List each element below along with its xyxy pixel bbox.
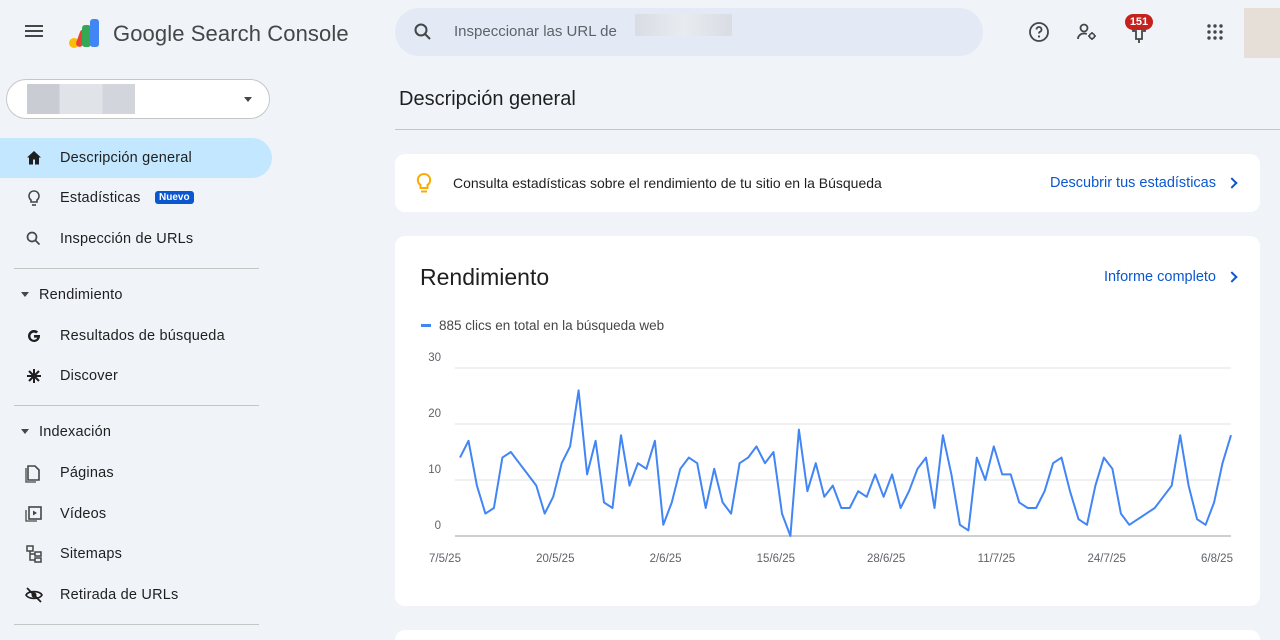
home-icon	[27, 151, 41, 165]
sidebar-item-label: Descripción general	[60, 150, 192, 166]
performance-card: Rendimiento Informe completo 885 clics e…	[395, 236, 1260, 606]
brand-title[interactable]: Google Search Console	[113, 21, 349, 47]
google-g-icon	[28, 329, 40, 342]
insights-banner-text: Consulta estadísticas sobre el rendimien…	[453, 175, 882, 191]
search-icon	[414, 23, 431, 40]
sidebar-item-label: Retirada de URLs	[60, 587, 179, 603]
search-console-logo[interactable]	[68, 17, 102, 49]
sidebar-item-pages[interactable]: Páginas	[0, 453, 272, 493]
menu-icon[interactable]	[22, 22, 46, 46]
chevron-right-icon[interactable]	[1226, 177, 1238, 189]
x-tick-label: 7/5/25	[429, 553, 461, 565]
x-tick-label: 6/8/25	[1201, 553, 1233, 565]
sidebar-item-insights[interactable]: Estadísticas Nuevo	[0, 178, 272, 218]
clicks-line-chart[interactable]: 0 10 20 30 7/5/25 20/5/25 2/6/25 15/6/25 28/6/25…	[395, 236, 1260, 606]
x-tick-label: 15/6/25	[757, 553, 795, 565]
discover-insights-link[interactable]: Descubrir tus estadísticas	[1050, 175, 1216, 191]
section-label: Rendimiento	[39, 287, 123, 303]
sidebar-item-label: Páginas	[60, 465, 114, 481]
sidebar-item-label: Discover	[60, 368, 118, 384]
y-tick-label: 10	[428, 464, 441, 476]
y-tick-label: 30	[428, 352, 441, 364]
x-tick-label: 2/6/25	[650, 553, 682, 565]
search-placeholder: Inspeccionar las URL de	[454, 23, 617, 40]
sidebar-divider	[14, 268, 259, 269]
sidebar-item-label: Estadísticas	[60, 190, 141, 206]
video-icon	[25, 506, 42, 522]
title-divider	[395, 129, 1280, 130]
sidebar-item-search-results[interactable]: Resultados de búsqueda	[0, 316, 272, 356]
x-tick-label: 28/6/25	[867, 553, 905, 565]
sidebar-item-label: Resultados de búsqueda	[60, 328, 225, 344]
chevron-down-icon	[244, 97, 252, 102]
new-badge: Nuevo	[155, 191, 194, 204]
page-title: Descripción general	[399, 88, 576, 110]
app-header: Google Search Console Inspeccionar las U…	[0, 0, 1280, 68]
y-tick-label: 0	[435, 520, 441, 532]
insights-banner: Consulta estadísticas sobre el rendimien…	[395, 154, 1260, 212]
chevron-down-icon	[21, 429, 29, 434]
sidebar-section-indexing[interactable]: Indexación	[0, 414, 272, 450]
x-tick-label: 24/7/25	[1088, 553, 1126, 565]
chevron-down-icon	[21, 292, 29, 297]
next-card	[395, 630, 1260, 640]
search-icon	[26, 231, 41, 246]
asterisk-icon	[27, 369, 41, 383]
eye-off-icon	[25, 587, 43, 603]
sidebar-divider	[14, 624, 259, 625]
avatar[interactable]	[1244, 8, 1280, 58]
section-label: Indexación	[39, 424, 112, 440]
series-line	[459, 389, 1232, 537]
pages-icon	[25, 465, 40, 483]
sidebar-section-performance[interactable]: Rendimiento	[0, 277, 272, 313]
sidebar-item-label: Sitemaps	[60, 546, 123, 562]
sidebar-item-discover[interactable]: Discover	[0, 356, 272, 396]
apps-grid-icon[interactable]	[1203, 20, 1227, 44]
sidebar-item-overview[interactable]: Descripción general	[0, 138, 272, 178]
lightbulb-icon	[416, 172, 432, 193]
x-tick-label: 20/5/25	[536, 553, 574, 565]
redacted-property-name	[635, 14, 732, 36]
lightbulb-icon	[28, 190, 40, 206]
sidebar-item-url-removals[interactable]: Retirada de URLs	[0, 575, 272, 615]
x-tick-label: 11/7/25	[978, 553, 1016, 565]
sidebar-item-label: Inspección de URLs	[60, 231, 194, 247]
property-selector[interactable]	[6, 79, 270, 119]
sidebar-item-videos[interactable]: Vídeos	[0, 494, 272, 534]
sidebar-item-sitemaps[interactable]: Sitemaps	[0, 534, 272, 574]
manage-users-icon[interactable]	[1075, 20, 1099, 44]
sidebar-divider	[14, 405, 259, 406]
y-tick-label: 20	[428, 408, 441, 420]
notification-badge: 151	[1125, 14, 1153, 30]
help-icon[interactable]	[1027, 20, 1051, 44]
sidebar-item-label: Vídeos	[60, 506, 107, 522]
redacted-property	[27, 84, 135, 114]
sitemap-icon	[26, 545, 42, 563]
sidebar-item-url-inspection[interactable]: Inspección de URLs	[0, 219, 272, 259]
